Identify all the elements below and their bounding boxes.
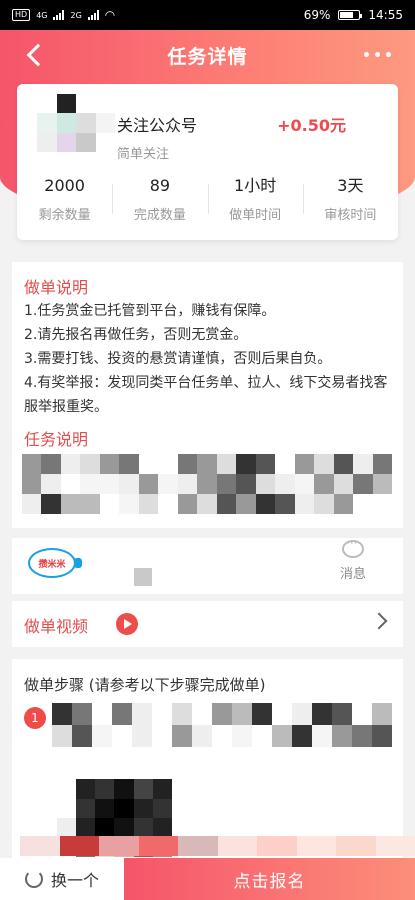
rule-item: 3.需要打钱、投资的悬赏请谨慎，否则后果自负。 <box>24 351 332 367</box>
video-label: 做单视频 <box>24 617 89 636</box>
signal-icon <box>53 10 65 20</box>
nav-bar: 任务详情 <box>0 30 415 80</box>
pixelated-step-text <box>52 703 392 747</box>
switch-task-button[interactable]: 换一个 <box>0 858 124 900</box>
pixelated-image-strip <box>20 836 415 856</box>
pixelated-publisher-name <box>134 568 152 586</box>
publisher-row: 攒米米 消息 <box>12 536 403 594</box>
clock: 14:55 <box>368 8 403 22</box>
switch-label: 换一个 <box>50 871 99 890</box>
battery-icon <box>338 10 363 20</box>
stat-label: 剩余数量 <box>38 208 91 223</box>
message-button[interactable]: 消息 <box>333 536 373 582</box>
network-4g-label: 4G <box>36 10 48 20</box>
stat-value: 2000 <box>44 176 85 195</box>
network-2g-label: 2G <box>70 10 82 20</box>
refresh-icon <box>24 870 43 888</box>
stat-label: 审核时间 <box>324 208 377 223</box>
hd-badge: HD <box>12 9 31 21</box>
publisher-logo[interactable]: 攒米米 <box>28 548 82 578</box>
stat-label: 做单时间 <box>229 208 282 223</box>
back-arrow-icon[interactable] <box>24 42 48 68</box>
status-left: HD 4G 2G ◠ <box>12 8 115 22</box>
bottom-action-bar: 换一个 点击报名 <box>0 858 415 900</box>
battery-percent: 69% <box>303 8 331 22</box>
wifi-icon: ◠ <box>104 8 116 22</box>
rule-item: 4.有奖举报：发现同类平台任务单、拉人、线下交易者找客服举报重奖。 <box>24 375 388 415</box>
rule-item: 2.请先报名再做任务，否则无赏金。 <box>24 327 248 343</box>
task-stats: 2000 剩余数量 89 完成数量 1小时 做单时间 3天 审核时间 <box>17 174 398 223</box>
task-name: 关注公众号 <box>117 116 198 135</box>
task-subtitle: 简单关注 <box>117 147 170 162</box>
rules-list: 1.任务赏金已托管到平台，赚钱有保障。 2.请先报名再做任务，否则无赏金。 3.… <box>24 299 396 419</box>
chat-bubble-icon <box>342 536 364 558</box>
status-bar: HD 4G 2G ◠ 69% 14:55 <box>0 0 415 30</box>
page-title: 任务详情 <box>167 45 248 68</box>
step-number-badge: 1 <box>24 707 46 729</box>
stat-completed: 89 完成数量 <box>112 174 207 223</box>
stat-value: 89 <box>149 176 171 195</box>
stat-work-time: 1小时 做单时间 <box>207 174 303 223</box>
instructions-title: 做单说明 <box>24 278 89 297</box>
stat-value: 3天 <box>337 176 364 195</box>
status-right: 69% 14:55 <box>304 8 403 22</box>
pixelated-task-description <box>22 454 392 514</box>
signup-button[interactable]: 点击报名 <box>124 858 415 900</box>
task-summary-card: 关注公众号 简单关注 +0.50元 2000 剩余数量 89 完成数量 1小时 … <box>17 84 398 240</box>
play-icon[interactable] <box>116 613 138 635</box>
instructions-card: 做单说明 1.任务赏金已托管到平台，赚钱有保障。 2.请先报名再做任务，否则无赏… <box>12 262 403 528</box>
task-thumbnail <box>37 94 115 152</box>
rule-item: 1.任务赏金已托管到平台，赚钱有保障。 <box>24 303 276 319</box>
stat-review-time: 3天 审核时间 <box>302 174 398 223</box>
task-desc-title: 任务说明 <box>24 430 89 449</box>
stat-value: 1小时 <box>234 176 277 195</box>
chevron-right-icon <box>370 612 388 630</box>
steps-card: 做单步骤 (请参考以下步骤完成做单) 1 <box>12 659 403 859</box>
signal-icon-2 <box>87 10 99 20</box>
stat-remaining: 2000 剩余数量 <box>17 174 112 223</box>
video-row[interactable]: 做单视频 <box>12 601 403 647</box>
task-reward: +0.50元 <box>277 116 346 135</box>
more-dots-icon[interactable] <box>364 44 391 64</box>
message-label: 消息 <box>339 567 366 582</box>
stat-label: 完成数量 <box>133 208 186 223</box>
steps-title: 做单步骤 (请参考以下步骤完成做单) <box>24 676 266 694</box>
